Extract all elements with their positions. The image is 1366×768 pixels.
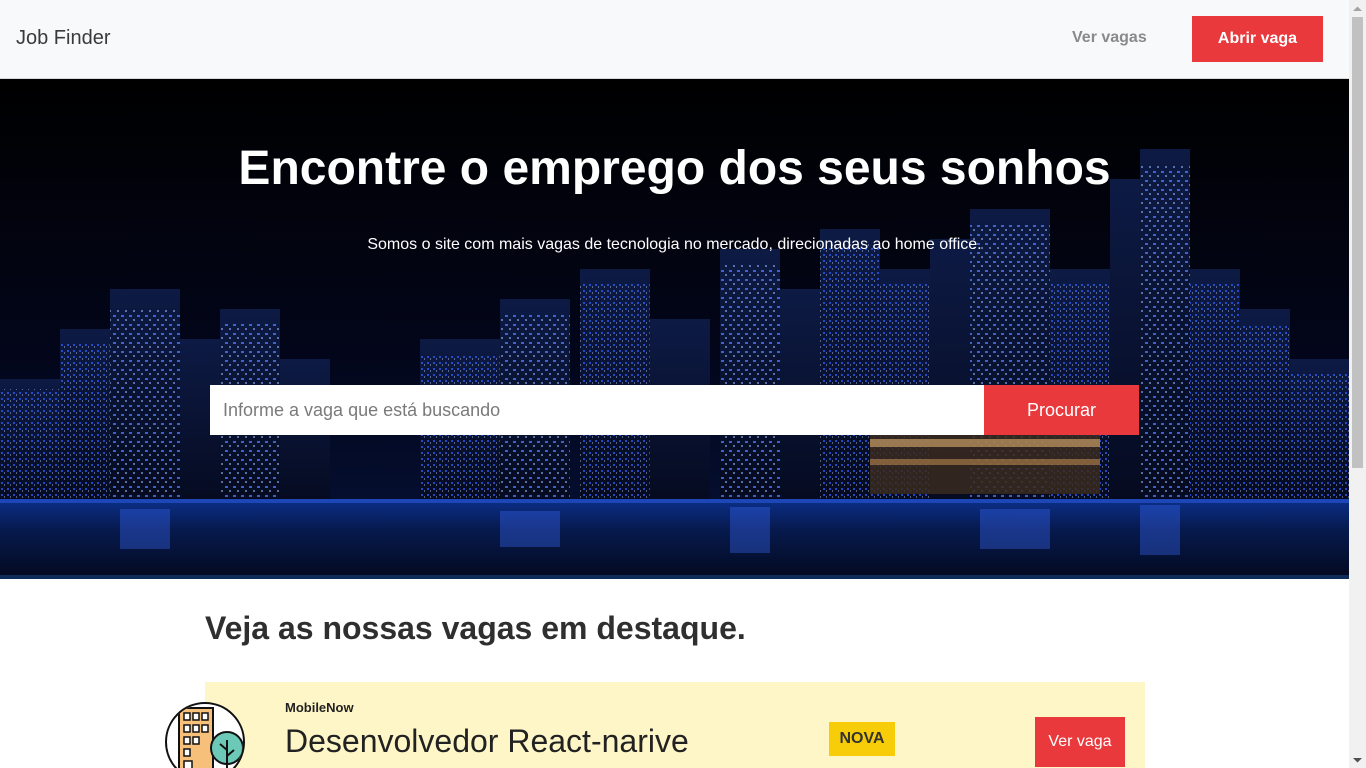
- view-job-button[interactable]: Ver vaga: [1035, 717, 1125, 767]
- nav-link-jobs[interactable]: Ver vagas: [1072, 29, 1147, 47]
- job-title: Desenvolvedor React-narive: [285, 723, 689, 759]
- scroll-up-icon[interactable]: [1349, 0, 1366, 17]
- vertical-scrollbar[interactable]: [1349, 0, 1366, 768]
- open-job-button[interactable]: Abrir vaga: [1192, 16, 1323, 62]
- featured-heading: Veja as nossas vagas em destaque.: [205, 610, 746, 646]
- hero-title: Encontre o emprego dos seus sonhos: [238, 142, 1111, 195]
- navbar: Job Finder Ver vagas Abrir vaga: [0, 0, 1349, 79]
- brand-logo[interactable]: Job Finder: [16, 27, 111, 50]
- search-button[interactable]: Procurar: [984, 385, 1139, 435]
- job-search-input[interactable]: [210, 385, 984, 435]
- hero-subtitle: Somos o site com mais vagas de tecnologi…: [367, 236, 982, 253]
- hero-banner: Encontre o emprego dos seus sonhos Somos…: [0, 79, 1349, 579]
- page-content: Job Finder Ver vagas Abrir vaga Encontre…: [0, 0, 1349, 768]
- scrollbar-thumb[interactable]: [1352, 17, 1363, 468]
- new-badge: NOVA: [829, 722, 895, 756]
- scroll-down-icon[interactable]: [1349, 751, 1366, 768]
- page: Job Finder Ver vagas Abrir vaga Encontre…: [0, 0, 1366, 768]
- company-name: MobileNow: [285, 700, 354, 715]
